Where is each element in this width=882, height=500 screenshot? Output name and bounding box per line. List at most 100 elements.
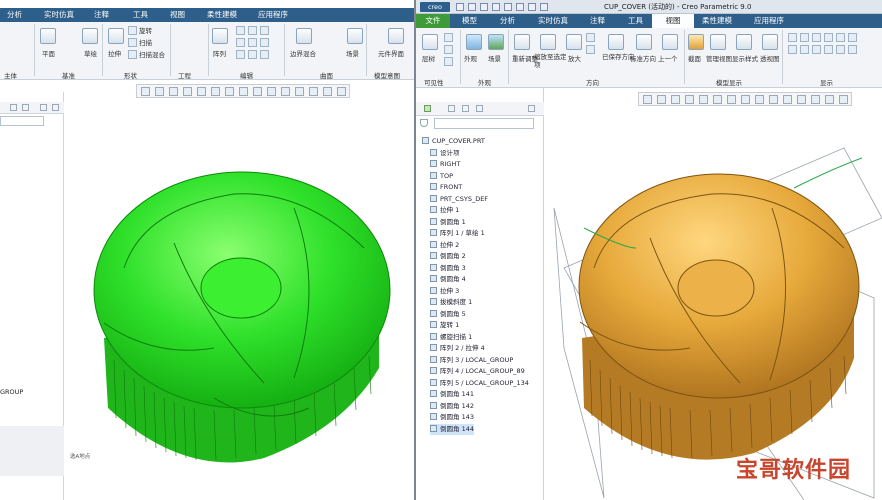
spin-center-icon[interactable]: [281, 87, 290, 96]
annotation-display-icon[interactable]: [824, 45, 833, 54]
scene-icon[interactable]: [488, 34, 504, 50]
more-icon[interactable]: [337, 87, 346, 96]
left-menu-item[interactable]: 实时仿真: [44, 8, 74, 22]
perspective-icon[interactable]: [239, 87, 248, 96]
zoom-out-icon[interactable]: [169, 87, 178, 96]
display-style-icon[interactable]: [197, 87, 206, 96]
tree-tool-icon[interactable]: [40, 104, 47, 111]
edit-tool-icon[interactable]: [260, 26, 269, 35]
refit-icon[interactable]: [141, 87, 150, 96]
visibility-icon[interactable]: [444, 33, 453, 42]
scene-icon[interactable]: [347, 28, 363, 44]
edit-tool-icon[interactable]: [248, 38, 257, 47]
tab-analysis[interactable]: 分析: [500, 14, 515, 28]
zoom-out-icon[interactable]: [586, 45, 595, 54]
sketch-icon[interactable]: [82, 28, 98, 44]
tree-item[interactable]: 阵列 1 / 草绘 1: [430, 228, 485, 239]
pattern-icon[interactable]: [212, 28, 228, 44]
annotation-display-icon[interactable]: [812, 45, 821, 54]
datum-display-icon[interactable]: [836, 33, 845, 42]
edit-tool-icon[interactable]: [236, 50, 245, 59]
datum-display-icon[interactable]: [755, 95, 764, 104]
visibility-icon[interactable]: [444, 57, 453, 66]
saved-orientations-icon[interactable]: [608, 34, 624, 50]
left-menu-item[interactable]: 应用程序: [258, 8, 288, 22]
annotation-display-icon[interactable]: [836, 45, 845, 54]
close-window-icon[interactable]: [540, 3, 548, 11]
section-icon[interactable]: [688, 34, 704, 50]
datum-display-icon[interactable]: [253, 87, 262, 96]
open-file-icon[interactable]: [468, 3, 476, 11]
tree-item[interactable]: 拉伸 3: [430, 286, 459, 297]
tree-item[interactable]: 阵列 4 / LOCAL_GROUP_89: [430, 366, 525, 377]
standard-orientation-icon[interactable]: [636, 34, 652, 50]
annotation-display-icon[interactable]: [769, 95, 778, 104]
appearance-icon[interactable]: [323, 87, 332, 96]
tree-item[interactable]: 倒圆角 5: [430, 309, 466, 320]
tree-item[interactable]: 阵列 5 / LOCAL_GROUP_134: [430, 378, 529, 389]
tab-annotate[interactable]: 注释: [590, 14, 605, 28]
datum-display-icon[interactable]: [788, 33, 797, 42]
revolve-icon[interactable]: [128, 26, 137, 35]
tree-item[interactable]: CUP_COVER.PRT: [422, 136, 485, 147]
tree-item[interactable]: 阵列 3 / LOCAL_GROUP: [430, 355, 513, 366]
tree-item[interactable]: RIGHT: [430, 159, 460, 170]
display-style-icon[interactable]: [699, 95, 708, 104]
undo-icon[interactable]: [492, 3, 500, 11]
perspective-view-icon[interactable]: [762, 34, 778, 50]
section-icon[interactable]: [309, 87, 318, 96]
pan-icon[interactable]: [586, 33, 595, 42]
tab-view[interactable]: 视图: [652, 14, 694, 28]
repaint-icon[interactable]: [685, 95, 694, 104]
filter-icon[interactable]: [797, 95, 806, 104]
tree-item[interactable]: TOP: [430, 171, 453, 182]
redo-icon[interactable]: [504, 3, 512, 11]
boundary-blend-icon[interactable]: [296, 28, 312, 44]
refit-icon[interactable]: [643, 95, 652, 104]
repaint-icon[interactable]: [183, 87, 192, 96]
tree-item[interactable]: 拉伸 2: [430, 240, 459, 251]
tree-item[interactable]: 倒圆角 1: [430, 217, 466, 228]
windows-icon[interactable]: [528, 3, 536, 11]
datum-display-icon[interactable]: [824, 33, 833, 42]
edit-tool-icon[interactable]: [260, 50, 269, 59]
perspective-icon[interactable]: [741, 95, 750, 104]
display-style-icon[interactable]: [736, 34, 752, 50]
tab-live-simulation[interactable]: 实时仿真: [538, 14, 568, 28]
zoom-out-icon[interactable]: [671, 95, 680, 104]
tree-item[interactable]: 倒圆角 144: [430, 423, 474, 435]
edit-tool-icon[interactable]: [248, 50, 257, 59]
regenerate-icon[interactable]: [516, 3, 524, 11]
previous-view-icon[interactable]: [662, 34, 678, 50]
extrude-icon[interactable]: [108, 28, 124, 44]
tree-tool-icon[interactable]: [22, 104, 29, 111]
tree-search-input[interactable]: [434, 118, 534, 129]
swept-blend-icon[interactable]: [128, 50, 137, 59]
tab-model[interactable]: 模型: [462, 14, 477, 28]
new-file-icon[interactable]: [456, 3, 464, 11]
saved-view-icon[interactable]: [713, 95, 722, 104]
tree-settings-icon[interactable]: [448, 105, 455, 112]
datum-display-icon[interactable]: [800, 33, 809, 42]
zoom-in-icon[interactable]: [657, 95, 666, 104]
filter-icon[interactable]: [420, 119, 428, 127]
sweep-icon[interactable]: [128, 38, 137, 47]
manage-views-icon[interactable]: [710, 34, 726, 50]
appearance-icon[interactable]: [825, 95, 834, 104]
tree-show-icon[interactable]: [476, 105, 483, 112]
more-icon[interactable]: [839, 95, 848, 104]
edit-tool-icon[interactable]: [236, 26, 245, 35]
left-menu-item[interactable]: 工具: [133, 8, 148, 22]
refit-icon[interactable]: [514, 34, 530, 50]
save-icon[interactable]: [480, 3, 488, 11]
annotation-display-icon[interactable]: [788, 45, 797, 54]
saved-view-icon[interactable]: [211, 87, 220, 96]
tree-item[interactable]: 倒圆角 4: [430, 274, 466, 285]
tree-item[interactable]: 拉伸 1: [430, 205, 459, 216]
edit-tool-icon[interactable]: [260, 38, 269, 47]
plane-icon[interactable]: [40, 28, 56, 44]
tree-item[interactable]: 设计项: [430, 148, 460, 159]
visibility-icon[interactable]: [444, 45, 453, 54]
view-manager-icon[interactable]: [225, 87, 234, 96]
tree-item[interactable]: 倒圆角 143: [430, 412, 474, 423]
